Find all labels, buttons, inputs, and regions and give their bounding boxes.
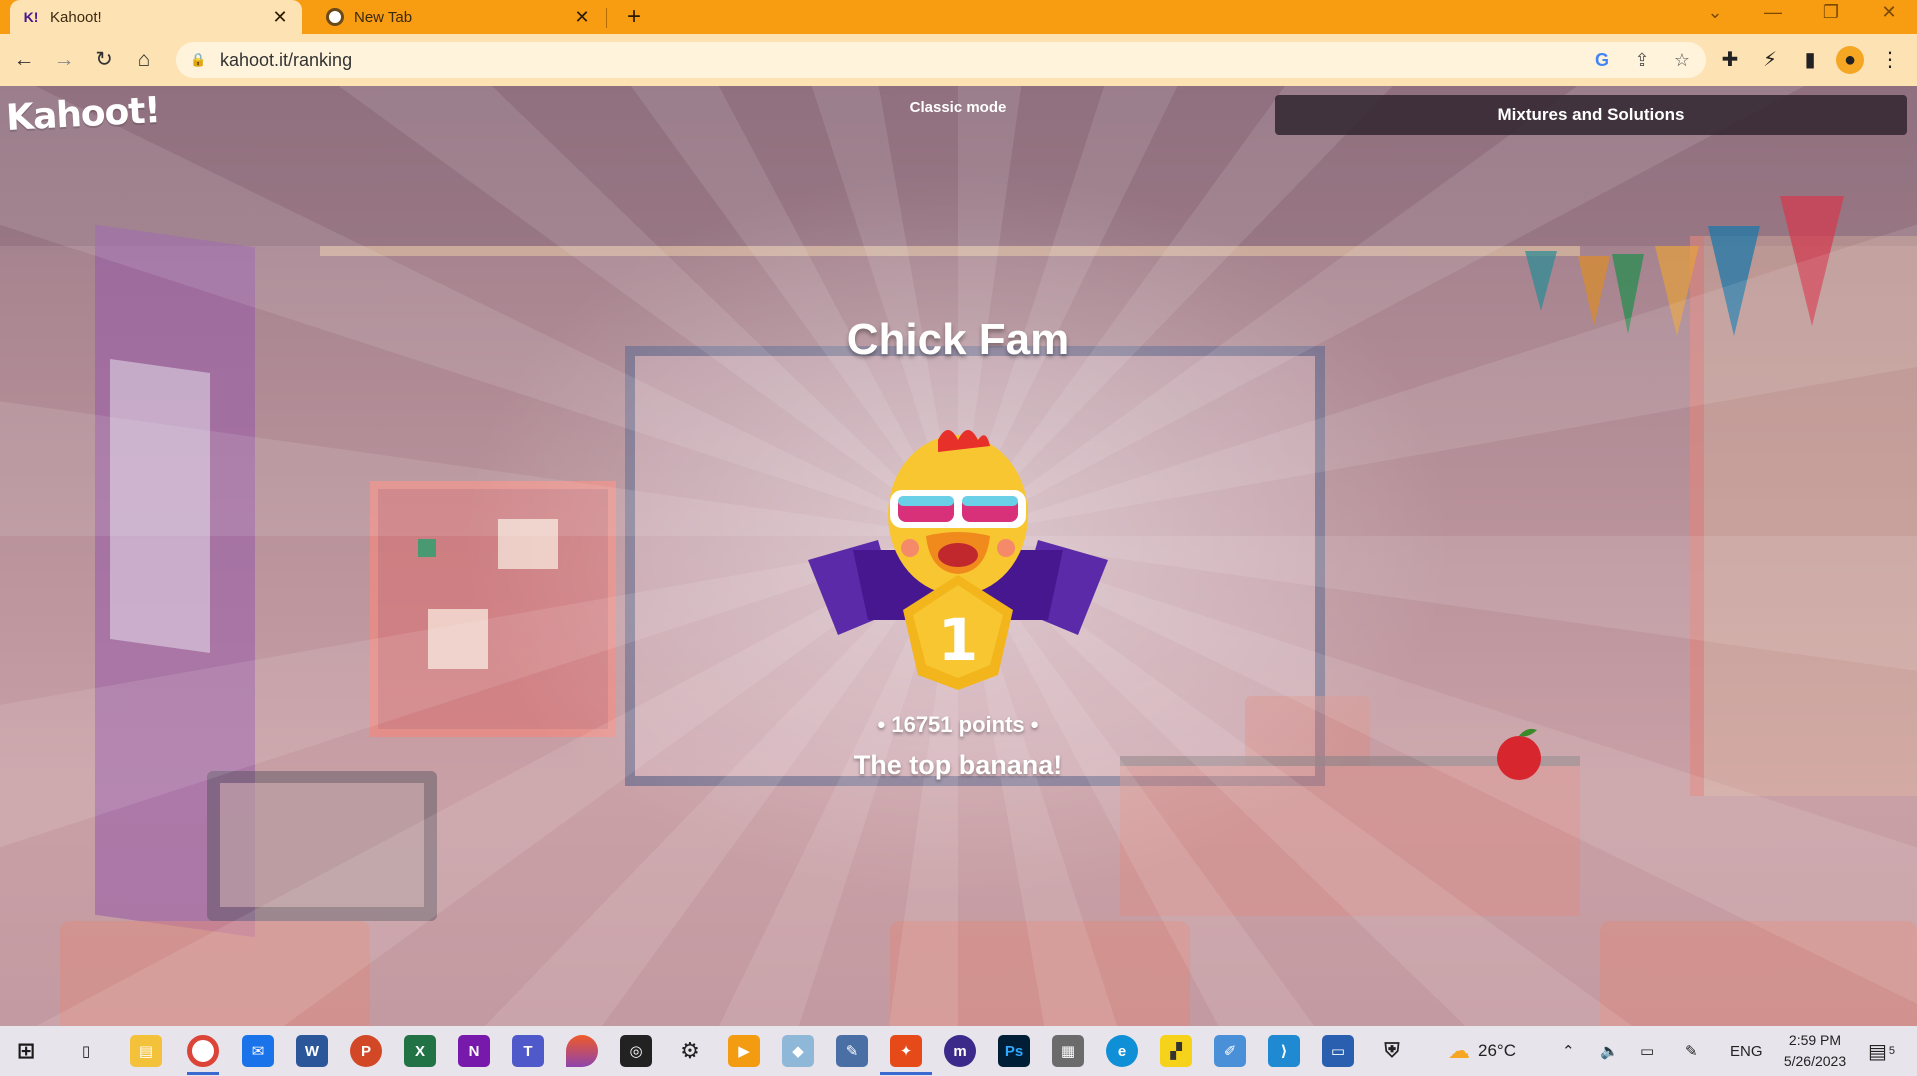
windows-start-icon[interactable]: ⊞: [10, 1035, 42, 1067]
kahoot-logo[interactable]: Kahoot!: [5, 90, 161, 139]
tab-title: New Tab: [354, 8, 413, 26]
clock-date: 5/26/2023: [1783, 1053, 1847, 1069]
bookmark-star-icon[interactable]: ☆: [1670, 48, 1694, 72]
chrome-icon: [326, 8, 344, 26]
profile-avatar[interactable]: ●: [1836, 46, 1864, 74]
lock-icon[interactable]: 🔒: [190, 52, 208, 68]
file-explorer-icon[interactable]: ▤: [130, 1035, 162, 1067]
google-icon[interactable]: G: [1590, 48, 1614, 72]
winner-points: • 16751 points •: [877, 712, 1039, 737]
browser-toolbar: ← → ↻ ⌂ 🔒 kahoot.it/ranking G ⇪ ☆ ✚ ⚡ ▮ …: [0, 34, 1917, 86]
rank-number: 1: [938, 606, 978, 674]
sticky-notes-icon[interactable]: ▞: [1160, 1035, 1192, 1067]
clock-time: 2:59 PM: [1788, 1032, 1842, 1048]
mail-icon[interactable]: ✉: [242, 1035, 274, 1067]
close-tab-icon[interactable]: ✕: [270, 7, 290, 28]
weather-icon: ☁: [1448, 1038, 1470, 1063]
winner-nickname: Chick Fam: [846, 315, 1070, 364]
settings-gear-icon[interactable]: ⚙: [674, 1035, 706, 1067]
battery-icon[interactable]: ▭: [1640, 1026, 1654, 1076]
extensions-icon[interactable]: ✚: [1716, 46, 1744, 74]
volume-icon[interactable]: 🔈: [1600, 1026, 1619, 1076]
sketch-app-icon[interactable]: ✎: [836, 1035, 868, 1067]
back-icon[interactable]: ←: [10, 46, 38, 74]
security-shield-icon[interactable]: ⛨: [1376, 1035, 1408, 1067]
vscode-icon[interactable]: ⟩: [1268, 1035, 1300, 1067]
menu-icon[interactable]: ⋮: [1876, 46, 1904, 74]
tab-new-tab[interactable]: New Tab ✕: [314, 0, 604, 34]
forward-icon[interactable]: →: [50, 46, 78, 74]
restore-icon[interactable]: ❐: [1816, 2, 1846, 23]
mu-app-icon[interactable]: m: [944, 1035, 976, 1067]
kahoot-icon: K!: [23, 9, 39, 25]
photoshop-icon[interactable]: Ps: [998, 1035, 1030, 1067]
apple-icon: [1497, 728, 1541, 780]
tab-title: Kahoot!: [50, 8, 102, 26]
editor-app-icon[interactable]: ✐: [1214, 1035, 1246, 1067]
extension-icon[interactable]: ⚡: [1756, 46, 1784, 74]
onenote-icon[interactable]: N: [458, 1035, 490, 1067]
tab-search-icon[interactable]: ⌄: [1700, 2, 1730, 23]
winner-podium-badge: 1: [808, 430, 1108, 690]
reload-icon[interactable]: ↻: [90, 46, 118, 74]
pen-icon[interactable]: ✎: [1685, 1026, 1698, 1076]
powerpoint-icon[interactable]: P: [350, 1035, 382, 1067]
share-icon[interactable]: ⇪: [1630, 48, 1654, 72]
quiz-title: Mixtures and Solutions: [1275, 95, 1907, 135]
teams-icon[interactable]: T: [512, 1035, 544, 1067]
system-clock[interactable]: 2:59 PM 5/26/2023: [1760, 1030, 1870, 1072]
windows-taskbar: ⊞ ▯ ▤ ✉ W P X N T ◎ ⚙ ▶ ◆ ✎ ✦ m Ps ▦ e ▞…: [0, 1026, 1917, 1076]
snipping-icon[interactable]: ◎: [620, 1035, 652, 1067]
active-app-icon[interactable]: ✦: [890, 1035, 922, 1067]
task-view-icon[interactable]: ▯: [70, 1035, 102, 1067]
calculator-icon[interactable]: ▦: [1052, 1035, 1084, 1067]
tab-strip: K! Kahoot! ✕ New Tab ✕ + ⌄ — ❐ ✕: [0, 0, 1917, 34]
notes-app-icon[interactable]: ◆: [782, 1035, 814, 1067]
chrome-icon[interactable]: [187, 1035, 219, 1067]
winner-message: The top banana!: [853, 750, 1063, 780]
media-player-icon[interactable]: ▶: [728, 1035, 760, 1067]
word-icon[interactable]: W: [296, 1035, 328, 1067]
language-indicator[interactable]: ENG: [1730, 1026, 1763, 1076]
tab-kahoot[interactable]: K! Kahoot! ✕: [10, 0, 302, 34]
new-tab-button[interactable]: +: [620, 3, 648, 31]
address-bar[interactable]: 🔒 kahoot.it/ranking G ⇪ ☆: [176, 42, 1706, 78]
tray-overflow-icon[interactable]: ⌃: [1562, 1026, 1575, 1076]
weather-temp: 26°C: [1478, 1041, 1516, 1060]
game-mode-label: Classic mode: [909, 99, 1007, 116]
excel-icon[interactable]: X: [404, 1035, 436, 1067]
minimize-icon[interactable]: —: [1758, 2, 1788, 23]
notification-count: 5: [1888, 1045, 1896, 1057]
remote-desktop-icon[interactable]: ▭: [1322, 1035, 1354, 1067]
url-text[interactable]: kahoot.it/ranking: [220, 50, 352, 71]
tab-divider: [606, 8, 607, 28]
home-icon[interactable]: ⌂: [130, 46, 158, 74]
close-tab-icon[interactable]: ✕: [572, 7, 592, 28]
notifications-icon[interactable]: ▤ 5: [1868, 1026, 1895, 1076]
weather-widget[interactable]: ☁ 26°C: [1448, 1026, 1516, 1076]
side-panel-icon[interactable]: ▮: [1796, 46, 1824, 74]
edge-icon[interactable]: e: [1106, 1035, 1138, 1067]
close-window-icon[interactable]: ✕: [1874, 2, 1904, 23]
paint-drop-icon[interactable]: [566, 1035, 598, 1067]
